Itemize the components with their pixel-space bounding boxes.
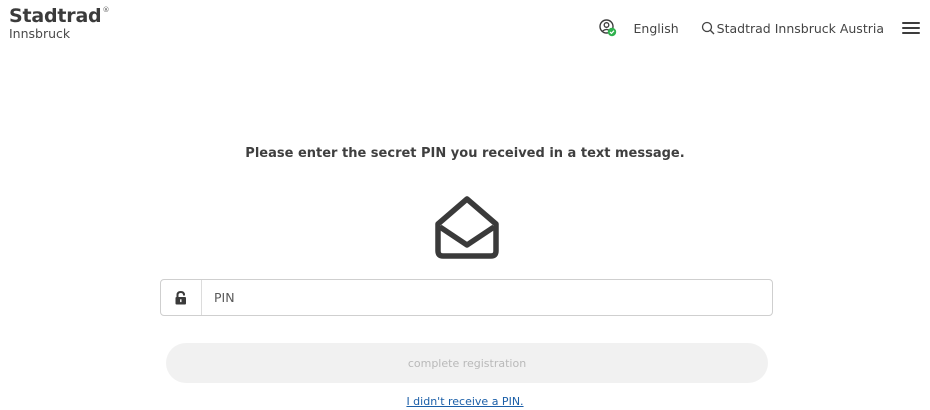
logo-city: Innsbruck <box>9 26 71 41</box>
pin-input[interactable] <box>202 280 772 315</box>
brand-logo[interactable]: Stadtrad® Innsbruck <box>9 7 109 41</box>
location-label: Stadtrad Innsbruck Austria <box>716 20 884 36</box>
envelope-open-icon <box>435 196 499 259</box>
account-icon[interactable] <box>598 18 618 38</box>
hamburger-menu-icon[interactable] <box>902 22 920 34</box>
logo-name: Stadtrad <box>9 5 102 27</box>
pin-field-addon <box>161 280 202 315</box>
complete-registration-button[interactable]: complete registration <box>166 343 768 383</box>
location-search[interactable]: Stadtrad Innsbruck Austria <box>701 21 884 36</box>
header-nav: English Stadtrad Innsbruck Austria <box>598 18 920 38</box>
registration-pin-page: Stadtrad® Innsbruck English Stadtrad Inn… <box>0 0 930 410</box>
pin-instruction: Please enter the secret PIN you received… <box>245 146 685 161</box>
logo-registered-mark: ® <box>102 6 110 14</box>
search-icon <box>701 21 715 35</box>
language-selector[interactable]: English <box>634 21 679 36</box>
unlock-icon <box>175 290 186 304</box>
pin-field <box>160 279 773 316</box>
no-pin-received-link[interactable]: I didn't receive a PIN. <box>0 396 930 407</box>
